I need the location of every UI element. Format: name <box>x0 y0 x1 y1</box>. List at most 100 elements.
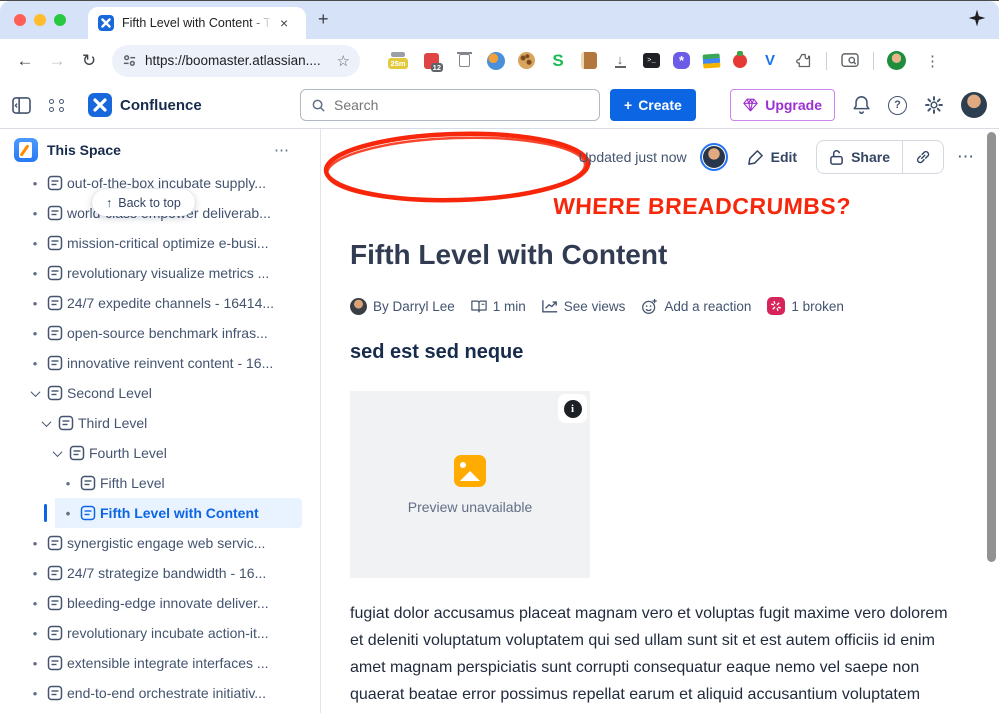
space-more-icon[interactable]: ⋯ <box>274 141 290 159</box>
item-marker-icon[interactable]: • <box>27 206 43 221</box>
tab-search-sparkle-icon[interactable] <box>967 8 987 28</box>
forward-button[interactable]: → <box>44 51 70 71</box>
sidebar-item[interactable]: • Fifth Level with Content <box>0 498 302 528</box>
sidebar-item[interactable]: • 24/7 expedite channels - 16414... <box>0 288 302 318</box>
item-marker-icon[interactable]: • <box>27 356 43 371</box>
sidebar-item[interactable]: • end-to-end orchestrate initiativ... <box>0 678 302 708</box>
info-button[interactable]: i <box>558 394 587 423</box>
item-marker-icon[interactable] <box>49 446 65 457</box>
item-marker-icon[interactable]: • <box>27 536 43 551</box>
sidebar-item[interactable]: Fourth Level <box>0 438 302 468</box>
create-button[interactable]: + Create <box>610 89 696 121</box>
download-arrow: ↓ <box>616 51 624 67</box>
download-extension-icon[interactable]: ↓ <box>610 51 630 71</box>
item-marker-icon[interactable]: • <box>60 476 76 491</box>
edit-button[interactable]: Edit <box>741 145 803 170</box>
timer-extension-icon[interactable]: 25m <box>388 51 408 71</box>
back-to-top-button[interactable]: ↑ Back to top <box>92 189 195 216</box>
confluence-logo-icon[interactable] <box>88 93 112 117</box>
item-marker-icon[interactable]: • <box>27 656 43 671</box>
sidebar-item-label: Second Level <box>67 385 152 401</box>
item-marker-icon[interactable]: • <box>27 236 43 251</box>
updated-timestamp[interactable]: Updated just now <box>578 149 686 165</box>
item-marker-icon[interactable]: • <box>27 596 43 611</box>
search-input[interactable] <box>334 97 574 113</box>
sidebar-item[interactable]: • extensible integrate interfaces ... <box>0 648 302 678</box>
document-icon <box>80 475 96 491</box>
author-avatar[interactable] <box>699 143 728 171</box>
sidebar-toggle-icon[interactable] <box>12 96 31 114</box>
url-text[interactable]: https://boomaster.atlassian.... <box>145 53 329 68</box>
item-marker-icon[interactable]: • <box>27 566 43 581</box>
item-marker-icon[interactable]: • <box>60 506 76 521</box>
close-window-button[interactable] <box>14 14 26 26</box>
purple-extension-icon[interactable]: * <box>673 52 690 69</box>
app-switcher-icon[interactable] <box>49 98 66 112</box>
item-marker-icon[interactable] <box>38 416 54 427</box>
share-button[interactable]: Share <box>817 141 902 173</box>
browser-toolbar: ← → ↻ https://boomaster.atlassian.... ☆ … <box>0 39 999 82</box>
scrollbar-thumb[interactable] <box>987 132 996 562</box>
minimize-window-button[interactable] <box>34 14 46 26</box>
books-extension-icon[interactable] <box>702 52 721 69</box>
page-more-icon[interactable]: ⋯ <box>957 147 975 167</box>
notifications-bell-icon[interactable] <box>852 95 871 115</box>
tab-close-icon[interactable]: × <box>280 16 288 30</box>
zoom-window-button[interactable] <box>54 14 66 26</box>
sidebar-item[interactable]: • bleeding-edge innovate deliver... <box>0 588 302 618</box>
sidebar-item[interactable]: • open-source benchmark infras... <box>0 318 302 348</box>
see-views[interactable]: See views <box>542 299 625 314</box>
sidebar-item[interactable]: • 24/7 strategize bandwidth - 16... <box>0 558 302 588</box>
green-s-extension-icon[interactable]: S <box>548 51 568 71</box>
vimium-extension-icon[interactable]: V <box>760 51 780 71</box>
item-marker-icon[interactable]: • <box>27 326 43 341</box>
page-content: WHERE BREADCRUMBS? Updated just now Edit… <box>321 129 999 713</box>
copy-link-icon[interactable] <box>903 141 943 173</box>
journal-extension-icon[interactable] <box>581 52 597 69</box>
add-reaction[interactable]: Add a reaction <box>641 298 751 315</box>
upgrade-button[interactable]: Upgrade <box>730 89 835 121</box>
item-marker-icon[interactable]: • <box>27 296 43 311</box>
sidebar-item[interactable]: • revolutionary incubate action-it... <box>0 618 302 648</box>
views-chart-icon <box>542 299 557 312</box>
trash-extension-icon[interactable] <box>454 51 474 71</box>
item-marker-icon[interactable] <box>27 386 43 397</box>
broken-links[interactable]: 1 broken <box>767 297 844 315</box>
search-field[interactable] <box>300 89 600 121</box>
sidebar-item[interactable]: • Fifth Level <box>0 468 302 498</box>
document-icon <box>47 325 63 341</box>
item-marker-icon[interactable]: • <box>27 266 43 281</box>
help-icon[interactable]: ? <box>888 95 907 115</box>
sidebar-item[interactable]: Third Level <box>0 408 302 438</box>
browser-profile-avatar[interactable] <box>887 51 906 70</box>
sidebar-item[interactable]: • synergistic engage web servic... <box>0 528 302 558</box>
space-header[interactable]: This Space ⋯ <box>0 129 320 171</box>
bookmark-star-icon[interactable]: ☆ <box>337 52 350 70</box>
new-tab-button[interactable]: + <box>318 9 329 30</box>
globe-extension-icon[interactable] <box>487 51 505 70</box>
side-search-icon[interactable] <box>840 51 860 71</box>
sidebar-item[interactable]: Second Level <box>0 378 302 408</box>
byline-author[interactable]: By Darryl Lee <box>350 297 455 315</box>
attachment-preview-card[interactable]: Preview unavailable i <box>350 391 590 578</box>
tomato-extension-icon[interactable] <box>733 50 747 68</box>
item-marker-icon[interactable]: • <box>27 686 43 701</box>
extensions-puzzle-icon[interactable] <box>793 51 813 71</box>
sidebar-item[interactable]: • revolutionary visualize metrics ... <box>0 258 302 288</box>
reader-extension-icon[interactable]: 12 <box>421 51 443 72</box>
back-button[interactable]: ← <box>12 51 38 71</box>
sidebar-item[interactable]: • mission-critical optimize e-busi... <box>0 228 302 258</box>
item-marker-icon[interactable]: • <box>27 176 43 191</box>
browser-menu-icon[interactable]: ⋮ <box>925 52 941 70</box>
address-bar[interactable]: https://boomaster.atlassian.... ☆ <box>112 44 360 77</box>
reload-button[interactable]: ↻ <box>76 51 102 71</box>
cookie-extension-icon[interactable] <box>518 52 535 69</box>
browser-tab[interactable]: Fifth Level with Content - Thi × <box>88 7 306 39</box>
user-avatar[interactable] <box>961 92 987 118</box>
site-settings-icon[interactable] <box>122 53 137 68</box>
sidebar-item[interactable]: • innovative reinvent content - 16... <box>0 348 302 378</box>
document-icon <box>47 295 63 311</box>
item-marker-icon[interactable]: • <box>27 626 43 641</box>
terminal-extension-icon[interactable]: >_ <box>643 53 660 68</box>
settings-gear-icon[interactable] <box>924 95 944 115</box>
